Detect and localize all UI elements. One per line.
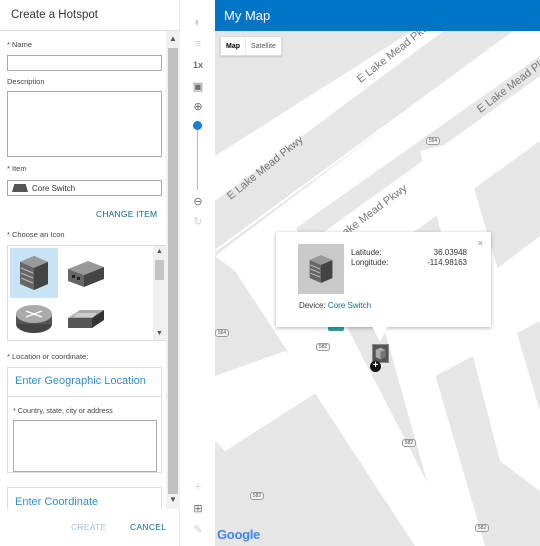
address-input[interactable] [13,420,157,472]
switch-icon [68,310,104,328]
zoom-slider-track[interactable] [197,128,198,190]
router-icon [16,305,52,333]
server-icon [309,255,333,283]
server-icon [375,347,386,360]
map-toolbar: ◐ ≡ 1x ▣ ⊕ ⊖ ↻ + ⊞ ✎ [181,0,215,546]
map-type-toggle: Map Satellite [220,36,282,56]
building-icon [68,261,104,287]
locate-icon[interactable]: ◐ [181,14,215,29]
route-shield: 582 [250,492,264,500]
create-hotspot-panel: Create a Hotspot * Name Description * It… [0,0,180,546]
map-canvas[interactable]: E Lake Mead Pkwy E Lake Mead Pkwy E Lake… [215,31,540,546]
window-icon[interactable]: ▣ [181,80,215,93]
popup-tail [372,326,388,342]
scroll-down-icon[interactable]: ▼ [169,495,177,504]
zoom-level-text[interactable]: 1x [181,60,215,70]
item-value: Core Switch [32,183,76,193]
scroll-up-icon[interactable]: ▲ [169,34,177,43]
google-logo: Google [217,527,260,542]
route-shield: 582 [316,343,330,351]
cancel-button[interactable]: CANCEL [130,522,166,532]
device-link[interactable]: Core Switch [328,301,371,310]
route-shield: 582 [475,524,489,532]
route-shield: 582 [402,439,416,447]
latitude-value: 36.03948 [433,248,467,257]
zoom-slider-knob[interactable] [193,121,202,130]
geo-location-section: Enter Geographic Location * Country, sta… [7,367,162,473]
route-shield: 564 [215,329,229,337]
device-row: Device: Core Switch [299,301,371,310]
change-item-button[interactable]: CHANGE ITEM [96,209,157,219]
server-icon [20,256,48,290]
switch-icon [12,184,28,192]
coordinate-section: Enter Coordinate [7,487,162,509]
name-input[interactable] [7,55,162,71]
item-label: * Item [7,164,27,173]
latitude-label: Latitude: [351,248,382,257]
map-title: My Map [215,0,540,31]
create-button[interactable]: CREATE [71,522,107,532]
edit-icon[interactable]: ✎ [181,523,215,536]
refresh-icon[interactable]: ↻ [181,215,215,228]
coordinate-title[interactable]: Enter Coordinate [15,496,98,508]
divider [8,396,161,397]
app: Create a Hotspot * Name Description * It… [0,0,540,546]
device-label: Device: [299,301,326,310]
icon-option-building[interactable] [62,248,110,298]
add-hotspot-icon[interactable]: ⊞ [181,502,215,515]
longitude-label: Longitude: [351,258,389,267]
scrollbar-thumb[interactable] [168,48,178,494]
geo-location-title[interactable]: Enter Geographic Location [15,375,146,387]
hotspot-popup: × Latitude: 36.03948 Longitude: -114.981… [276,232,491,342]
add-icon[interactable]: + [181,481,215,493]
panel-footer: CREATE CANCEL [0,509,180,546]
name-label: * Name [7,40,33,49]
zoom-in-icon[interactable]: ⊕ [181,100,215,113]
marker-add-icon[interactable]: + [370,361,381,372]
location-label: * Location or coordinate: [7,352,89,361]
geo-location-hint: * Country, state, city or address [13,406,113,415]
scroll-down-icon[interactable]: ▼ [156,330,163,337]
longitude-value: -114.98163 [427,258,467,267]
device-image [298,244,344,294]
close-icon[interactable]: × [478,238,483,248]
zoom-out-icon[interactable]: ⊖ [181,195,215,208]
icon-scrollbar[interactable]: ▲ ▼ [153,246,166,340]
item-field[interactable]: Core Switch [7,180,162,196]
icon-option-router[interactable] [10,294,58,340]
scroll-up-icon[interactable]: ▲ [156,248,163,255]
icon-option-server[interactable] [10,248,58,298]
icon-picker: ▲ ▼ [7,245,166,341]
scrollbar-thumb[interactable] [155,260,164,280]
description-label: Description [7,77,45,86]
map-type-satellite[interactable]: Satellite [245,37,281,55]
choose-icon-label: * Choose an Icon [7,230,65,239]
description-input[interactable] [7,91,162,157]
icon-option-switch[interactable] [62,294,110,340]
panel-scrollbar[interactable]: ▲ ▼ [166,31,180,509]
panel-title: Create a Hotspot [0,0,179,31]
route-shield: 564 [426,137,440,145]
layers-icon[interactable]: ≡ [181,38,215,50]
panel-form: * Name Description * Item Core Switch CH… [0,31,166,509]
map-type-map[interactable]: Map [221,37,245,55]
